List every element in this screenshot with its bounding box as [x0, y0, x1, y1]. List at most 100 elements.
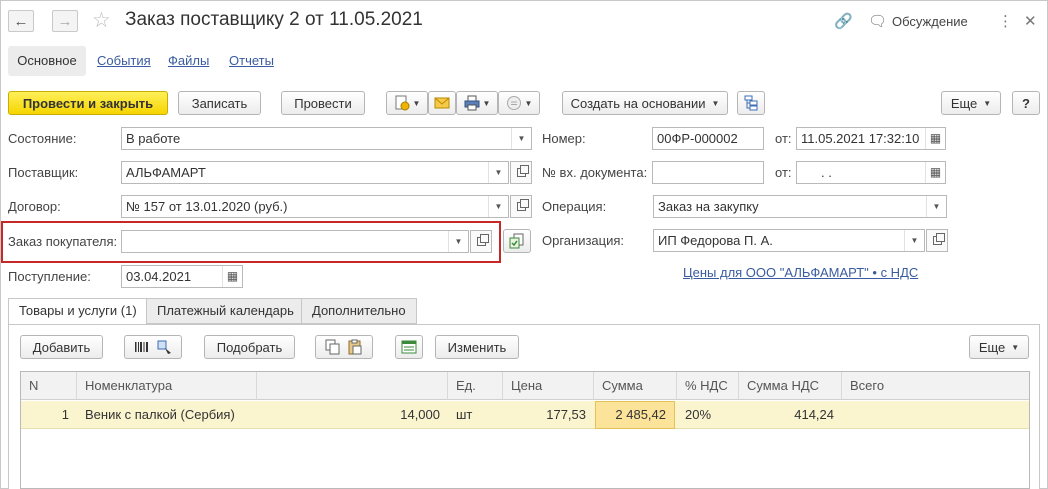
save-button[interactable]: Записать: [178, 91, 261, 115]
create-based-on-button[interactable]: Создать на основании ▼: [562, 91, 728, 115]
contract-input[interactable]: № 157 от 13.01.2020 (руб.) ▼: [121, 195, 509, 218]
cell-unit: шт: [456, 407, 473, 422]
chevron-down-icon[interactable]: ▼: [448, 231, 468, 252]
incoming-doc-input[interactable]: [652, 161, 764, 184]
chevron-down-icon: ▼: [711, 98, 720, 108]
column-header-quantity[interactable]: [257, 372, 448, 400]
arrival-date-input[interactable]: 03.04.2021 ▦: [121, 265, 243, 288]
calendar-icon[interactable]: ▦: [925, 128, 945, 149]
print-button[interactable]: ▼: [456, 91, 498, 115]
date-input[interactable]: 11.05.2021 17:32:10 ▦: [796, 127, 946, 150]
column-header-unit[interactable]: Ед.: [448, 372, 503, 400]
column-header-total[interactable]: Всего: [842, 372, 1029, 400]
arrival-value: 03.04.2021: [126, 269, 192, 284]
tab-main[interactable]: Основное: [8, 46, 86, 76]
document-menu-button[interactable]: ▼: [386, 91, 428, 115]
column-header-vat-rate[interactable]: % НДС: [677, 372, 739, 400]
post-and-close-button[interactable]: Провести и закрыть: [8, 91, 168, 115]
discussion-icon[interactable]: 🗨: [868, 12, 887, 30]
table-list-icon: [401, 339, 417, 355]
open-organization-button[interactable]: [926, 229, 948, 252]
goods-table[interactable]: N Номенклатура Ед. Цена Сумма % НДС Сумм…: [20, 371, 1030, 489]
state-select[interactable]: В работе ▼: [121, 127, 532, 150]
contract-label: Договор:: [8, 199, 61, 214]
link-icon[interactable]: 🔗: [834, 12, 853, 30]
discussion-link[interactable]: Обсуждение: [892, 14, 968, 29]
column-header-n[interactable]: N: [21, 372, 77, 400]
organization-input[interactable]: ИП Федорова П. А. ▼: [653, 229, 925, 252]
pick-button[interactable]: Подобрать: [204, 335, 295, 359]
add-row-button[interactable]: Добавить: [20, 335, 103, 359]
table-more-label: Еще: [978, 339, 1006, 355]
copy-paste-button[interactable]: [315, 335, 373, 359]
incoming-doc-label: № вх. документа:: [542, 165, 648, 180]
chevron-down-icon[interactable]: ▼: [488, 162, 508, 183]
operation-select[interactable]: Заказ на закупку ▼: [653, 195, 947, 218]
prices-link[interactable]: Цены для ООО "АЛЬФАМАРТ" • с НДС: [683, 265, 918, 280]
more-vertical-icon[interactable]: ⋮: [998, 12, 1013, 30]
chevron-down-icon[interactable]: ▼: [904, 230, 924, 251]
cell-nomenclature: Веник с палкой (Сербия): [85, 407, 235, 422]
barcode-button[interactable]: [124, 335, 182, 359]
open-contract-button[interactable]: [510, 195, 532, 218]
chevron-down-icon[interactable]: ▼: [511, 128, 531, 149]
calendar-icon[interactable]: ▦: [222, 266, 242, 287]
fill-from-order-button[interactable]: [503, 229, 531, 253]
printer-icon: [464, 95, 480, 111]
structure-button[interactable]: [737, 91, 765, 115]
create-based-on-label: Создать на основании: [570, 95, 706, 111]
calendar-icon[interactable]: ▦: [925, 162, 945, 183]
number-label: Номер:: [542, 131, 586, 146]
favorite-star-icon[interactable]: ☆: [92, 8, 111, 33]
more-button[interactable]: Еще ▼: [941, 91, 1001, 115]
arrow-right-icon: →: [57, 12, 73, 30]
tab-reports[interactable]: Отчеты: [229, 46, 274, 76]
customer-order-input[interactable]: ▼: [121, 230, 469, 253]
forward-button[interactable]: →: [52, 10, 78, 32]
table-more-button[interactable]: Еще ▼: [969, 335, 1029, 359]
status-circle-icon: [506, 95, 522, 111]
fill-document-icon: [509, 233, 525, 249]
status-button[interactable]: ▼: [498, 91, 540, 115]
table-row[interactable]: 1 Веник с палкой (Сербия) 14,000 шт 177,…: [21, 401, 1029, 429]
column-header-sum[interactable]: Сумма: [594, 372, 677, 400]
column-header-nomenclature[interactable]: Номенклатура: [77, 372, 257, 400]
tab-events[interactable]: События: [97, 46, 151, 76]
open-supplier-button[interactable]: [510, 161, 532, 184]
chevron-down-icon[interactable]: ▼: [926, 196, 946, 217]
tab-payment-calendar[interactable]: Платежный календарь: [146, 298, 305, 324]
column-header-vat-sum[interactable]: Сумма НДС: [739, 372, 842, 400]
close-icon[interactable]: ✕: [1024, 12, 1037, 30]
cell-quantity: 14,000: [400, 407, 440, 422]
cell-vat-rate: 20%: [685, 407, 712, 422]
chevron-down-icon[interactable]: ▼: [488, 196, 508, 217]
post-button[interactable]: Провести: [281, 91, 365, 115]
tab-goods[interactable]: Товары и услуги (1): [8, 298, 148, 325]
cell-price: 177,53: [546, 407, 586, 422]
customer-order-label: Заказ покупателя:: [8, 234, 118, 249]
state-value: В работе: [126, 131, 181, 146]
document-gear-icon: [394, 95, 410, 111]
table-settings-button[interactable]: [395, 335, 423, 359]
open-window-icon: [476, 234, 489, 246]
open-window-icon: [516, 165, 529, 177]
open-customer-order-button[interactable]: [470, 230, 492, 253]
chevron-down-icon: ▼: [1011, 342, 1020, 352]
scanner-icon: [156, 339, 172, 355]
date-value: 11.05.2021 17:32:10: [801, 131, 920, 146]
help-button[interactable]: ?: [1012, 91, 1040, 115]
tab-additional[interactable]: Дополнительно: [301, 298, 417, 324]
arrow-left-icon: ←: [13, 12, 29, 30]
tab-files[interactable]: Файлы: [168, 46, 209, 76]
supplier-input[interactable]: АЛЬФАМАРТ ▼: [121, 161, 509, 184]
chevron-down-icon: ▼: [983, 98, 992, 108]
from-label: от:: [775, 131, 792, 146]
change-button[interactable]: Изменить: [435, 335, 519, 359]
cell-sum[interactable]: 2 485,42: [595, 401, 675, 429]
email-button[interactable]: [428, 91, 456, 115]
incoming-date-input[interactable]: . . ▦: [796, 161, 946, 184]
column-header-price[interactable]: Цена: [503, 372, 594, 400]
more-label: Еще: [950, 95, 978, 111]
number-input[interactable]: 00ФР-000002: [652, 127, 764, 150]
back-button[interactable]: ←: [8, 10, 34, 32]
